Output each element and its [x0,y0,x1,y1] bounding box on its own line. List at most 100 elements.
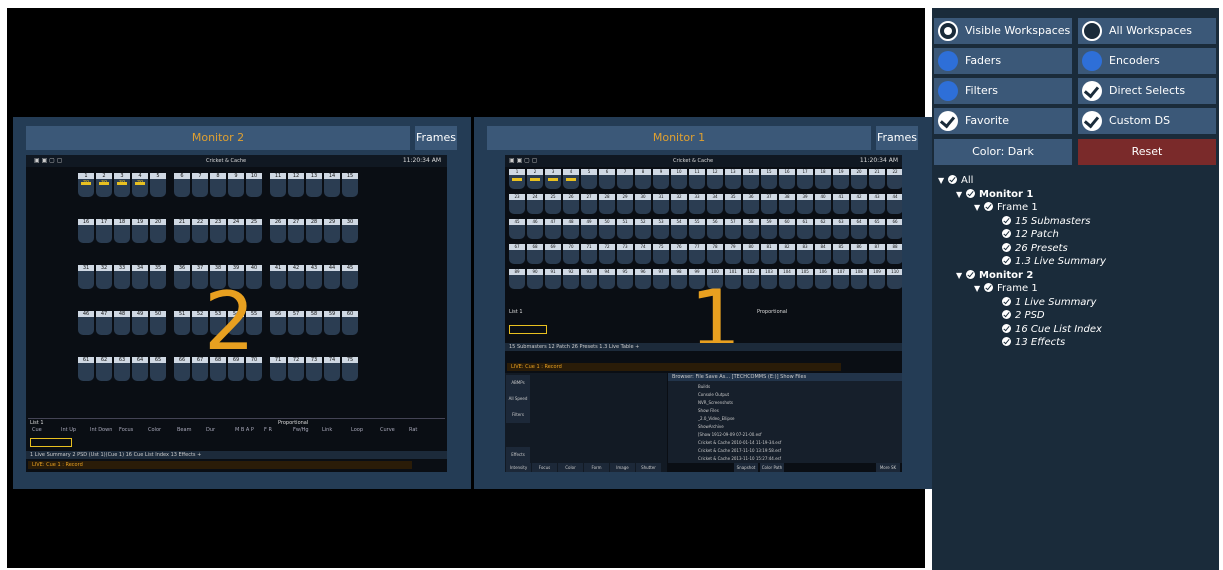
cue-field[interactable] [509,325,547,334]
channel-cell[interactable]: 92 [563,269,579,289]
sheet-button[interactable]: ABMPs [506,375,530,391]
tree-node[interactable]: 1 Live Summary [992,296,1096,309]
channel-cell[interactable]: 22 [887,169,902,189]
channel-cell[interactable]: 69 [545,244,561,264]
channel-cell[interactable]: 15 [342,173,358,197]
expand-toggle-icon[interactable]: ▼ [974,201,984,214]
tree-node[interactable]: ▼ Frame 1 [974,201,1038,214]
param-button[interactable]: Form [584,463,609,472]
channel-cell[interactable]: 9 [653,169,669,189]
checkbox-checked-icon[interactable] [984,283,993,292]
tab-bar[interactable]: 1 Live Summary 2 PSD (Ust 1)(Cue 1) 16 C… [26,451,447,459]
frames-button[interactable]: Frames [415,126,457,150]
channel-cell[interactable]: 54 [671,219,687,239]
channel-cell[interactable]: 52 [635,219,651,239]
channel-cell[interactable]: 22 [192,219,208,243]
channel-cell[interactable]: 73 [306,357,322,381]
channel-cell[interactable]: 66 [174,357,190,381]
encoders-toggle[interactable]: Encoders [1078,48,1216,74]
channel-cell[interactable]: 13 [306,173,322,197]
browser-item[interactable]: Console Output [698,391,892,399]
channel-cell[interactable]: 14 [324,173,340,197]
channel-cell[interactable]: 15 [761,169,777,189]
tree-node[interactable]: ▼ Monitor 2 [956,269,1033,282]
channel-cell[interactable]: 71 [581,244,597,264]
channel-cell[interactable]: 1 70 [78,173,94,197]
channel-cell[interactable]: 51 [617,219,633,239]
channel-cell[interactable]: 6 [599,169,615,189]
browser-item[interactable]: NVR_Screenshots [698,399,892,407]
channel-cell[interactable]: 74 [635,244,651,264]
channel-cell[interactable]: 89 [509,269,525,289]
channel-cell[interactable]: 107 [833,269,849,289]
channel-cell[interactable]: 24 [228,219,244,243]
channel-cell[interactable]: 28 [599,194,615,214]
channel-cell[interactable]: 10 [671,169,687,189]
channel-cell[interactable]: 21 [869,169,885,189]
checkbox-checked-icon[interactable] [966,269,975,279]
channel-cell[interactable]: 110 [887,269,902,289]
visible-workspaces-radio[interactable]: Visible Workspaces [934,18,1072,44]
channel-cell[interactable]: 70 [563,244,579,264]
channel-cell[interactable]: 59 [761,219,777,239]
channel-cell[interactable]: 86 [851,244,867,264]
channel-cell[interactable]: 35 [725,194,741,214]
monitor-2-title-bar[interactable]: Monitor 2 [26,126,410,150]
channel-cell[interactable]: 20 [150,219,166,243]
channel-cell[interactable]: 31 [78,265,94,289]
channel-cell[interactable]: 64 [851,219,867,239]
tree-node[interactable]: ▼ Monitor 1 [956,188,1033,201]
checkbox-checked-icon[interactable] [1002,323,1011,333]
channel-cell[interactable]: 27 [288,219,304,243]
channel-cell[interactable]: 44 [887,194,902,214]
channel-cell[interactable]: 79 [725,244,741,264]
tree-node[interactable]: 16 Cue List Index [992,323,1102,336]
channel-cell[interactable]: 56 [270,311,286,335]
channel-cell[interactable]: 48 [114,311,130,335]
channel-cell[interactable]: 36 [174,265,190,289]
tree-node[interactable]: 13 Effects [992,336,1065,349]
channel-cell[interactable]: 19 [833,169,849,189]
channel-cell[interactable]: 109 [869,269,885,289]
channel-cell[interactable]: 48 [563,219,579,239]
channel-cell[interactable]: 61 [797,219,813,239]
tree-node[interactable]: ▼ Frame 1 [974,282,1038,295]
channel-cell[interactable]: 4 [563,169,579,189]
channel-cell[interactable]: 106 [815,269,831,289]
channel-cell[interactable]: 61 [78,357,94,381]
channel-cell[interactable]: 23 [210,219,226,243]
channel-cell[interactable]: 88 [887,244,902,264]
channel-cell[interactable]: 42 [288,265,304,289]
direct-selects-toggle[interactable]: Direct Selects [1078,78,1216,104]
sheet-button[interactable]: All Speed [506,391,530,407]
checkbox-checked-icon[interactable] [1002,337,1011,346]
view-icons[interactable]: ▣ ▣ ▢ ▢ [34,157,62,164]
file-browser[interactable]: Browser: File Save As... [TECHCOMMS (E:)… [668,373,902,463]
channel-cell[interactable]: 59 [324,311,340,335]
channel-cell[interactable]: 32 [671,194,687,214]
channel-cell[interactable]: 74 [324,357,340,381]
expand-toggle-icon[interactable]: ▼ [956,188,966,201]
channel-cell[interactable]: 73 [617,244,633,264]
channel-cell[interactable]: 19 [132,219,148,243]
softkey[interactable]: Snapshot [734,463,758,472]
channel-cell[interactable]: 45 [342,265,358,289]
checkbox-checked-icon[interactable] [1002,296,1011,306]
channel-cell[interactable]: 39 [797,194,813,214]
browser-item[interactable]: ShowArchive [698,423,892,431]
channel-cell[interactable]: 46 [78,311,94,335]
channel-cell[interactable]: 93 [581,269,597,289]
channel-cell[interactable]: 53 [653,219,669,239]
frames-button[interactable]: Frames [876,126,918,150]
channel-cell[interactable]: 37 [761,194,777,214]
cue-field[interactable] [30,438,72,447]
channel-cell[interactable]: 47 [96,311,112,335]
channel-cell[interactable]: 27 [581,194,597,214]
tree-node[interactable]: 15 Submasters [992,215,1090,228]
channel-cell[interactable]: 10 [246,173,262,197]
channel-cell[interactable]: 7 [617,169,633,189]
checkbox-checked-icon[interactable] [984,202,993,211]
filters-toggle[interactable]: Filters [934,78,1072,104]
channel-cell[interactable]: 85 [833,244,849,264]
channel-cell[interactable]: 77 [689,244,705,264]
